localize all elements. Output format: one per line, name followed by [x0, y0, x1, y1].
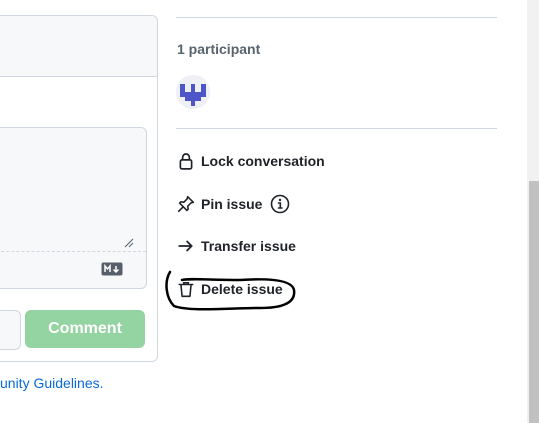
- comment-textarea[interactable]: [0, 127, 147, 289]
- avatar[interactable]: [176, 75, 210, 109]
- pin-icon: [177, 195, 195, 213]
- sidebar-divider: [176, 128, 497, 129]
- scrollbar-thumb[interactable]: [529, 181, 539, 423]
- arrow-right-icon: [178, 240, 193, 252]
- cancel-button[interactable]: [0, 310, 21, 350]
- community-guidelines-link[interactable]: unity Guidelines.: [0, 375, 104, 391]
- info-icon[interactable]: [270, 194, 290, 214]
- hand-drawn-annotation: [165, 270, 296, 311]
- comment-button[interactable]: Comment: [25, 310, 145, 348]
- transfer-issue-label: Transfer issue: [201, 238, 296, 254]
- comment-form-header: [0, 16, 157, 77]
- lock-icon: [179, 153, 193, 170]
- lock-conversation-label: Lock conversation: [201, 153, 325, 169]
- pin-issue-button[interactable]: Pin issue: [177, 193, 290, 215]
- avatar-identicon: [176, 75, 210, 109]
- lock-conversation-button[interactable]: Lock conversation: [177, 150, 325, 172]
- participants-heading: 1 participant: [177, 41, 261, 57]
- textarea-divider: [0, 251, 146, 252]
- transfer-issue-button[interactable]: Transfer issue: [177, 235, 296, 257]
- pin-issue-label: Pin issue: [201, 196, 263, 212]
- markdown-icon: [101, 262, 123, 276]
- sidebar-divider: [176, 17, 497, 18]
- resize-grip-icon[interactable]: [124, 238, 134, 248]
